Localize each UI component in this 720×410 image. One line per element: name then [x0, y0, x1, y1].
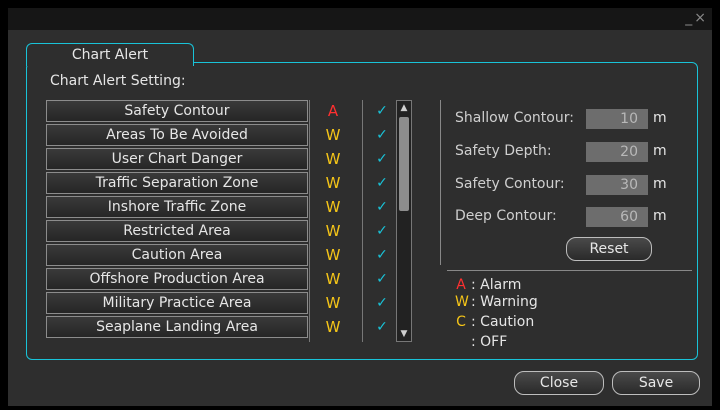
safety-depth-field[interactable]: 20 [586, 142, 648, 162]
legend-text: : Alarm [471, 277, 522, 293]
alert-name-button[interactable]: Inshore Traffic Zone [46, 196, 308, 218]
alert-name-button[interactable]: Military Practice Area [46, 292, 308, 314]
legend-off: : OFF [455, 334, 507, 350]
safety-depth-label: Safety Depth: [455, 143, 552, 159]
legend-caution: C : Caution [455, 314, 534, 330]
alert-check-icon[interactable]: ✓ [372, 149, 392, 169]
alert-name-button[interactable]: Restricted Area [46, 220, 308, 242]
alert-level[interactable]: W [310, 245, 356, 265]
alert-row: Traffic Separation Zone W ✓ [46, 172, 395, 194]
safety-contour-field[interactable]: 30 [586, 175, 648, 195]
alert-level[interactable]: W [310, 149, 356, 169]
alert-row: Inshore Traffic Zone W ✓ [46, 196, 395, 218]
shallow-contour-unit: m [653, 110, 667, 126]
vertical-divider [440, 100, 441, 265]
alert-level[interactable]: W [310, 197, 356, 217]
alert-name-button[interactable]: Caution Area [46, 244, 308, 266]
window-controls: _× [685, 10, 708, 26]
shallow-contour-field[interactable]: 10 [586, 109, 648, 129]
alert-row: Areas To Be Avoided W ✓ [46, 124, 395, 146]
alert-row: Offshore Production Area W ✓ [46, 268, 395, 290]
legend-text: : Caution [471, 314, 535, 330]
alert-level[interactable]: A [310, 101, 356, 121]
minimize-icon[interactable]: _ [685, 10, 694, 26]
scroll-up-icon[interactable]: ▲ [398, 102, 410, 114]
alert-check-icon[interactable]: ✓ [372, 293, 392, 313]
shallow-contour-label: Shallow Contour: [455, 110, 574, 126]
alert-level[interactable]: W [310, 173, 356, 193]
alert-name-button[interactable]: Safety Contour [46, 100, 308, 122]
deep-contour-field[interactable]: 60 [586, 207, 648, 227]
legend-text: : OFF [471, 334, 508, 350]
legend-text: : Warning [471, 294, 538, 310]
alert-level[interactable]: W [310, 125, 356, 145]
tab-joint [27, 62, 191, 64]
alert-name-button[interactable]: Traffic Separation Zone [46, 172, 308, 194]
alert-row: Military Practice Area W ✓ [46, 292, 395, 314]
alert-row: Caution Area W ✓ [46, 244, 395, 266]
deep-contour-unit: m [653, 208, 667, 224]
alert-check-icon[interactable]: ✓ [372, 125, 392, 145]
alert-level[interactable]: W [310, 269, 356, 289]
alert-name-button[interactable]: Seaplane Landing Area [46, 316, 308, 338]
alert-list: Safety Contour A ✓ Areas To Be Avoided W… [46, 100, 421, 342]
alert-level[interactable]: W [310, 317, 356, 337]
alert-check-icon[interactable]: ✓ [372, 101, 392, 121]
legend-alarm: A : Alarm [455, 277, 521, 293]
deep-contour-label: Deep Contour: [455, 208, 557, 224]
close-button[interactable]: Close [514, 371, 604, 395]
alert-check-icon[interactable]: ✓ [372, 269, 392, 289]
alert-check-icon[interactable]: ✓ [372, 245, 392, 265]
alert-level[interactable]: W [310, 221, 356, 241]
alert-check-icon[interactable]: ✓ [372, 197, 392, 217]
alert-check-icon[interactable]: ✓ [372, 173, 392, 193]
scroll-thumb[interactable] [399, 117, 409, 211]
alert-check-icon[interactable]: ✓ [372, 317, 392, 337]
save-button[interactable]: Save [612, 371, 700, 395]
alert-row: Restricted Area W ✓ [46, 220, 395, 242]
scroll-down-icon[interactable]: ▼ [398, 328, 410, 340]
alarm-symbol: A [456, 277, 466, 293]
safety-contour-label: Safety Contour: [455, 176, 565, 192]
safety-contour-unit: m [653, 176, 667, 192]
chart-alert-setting-label: Chart Alert Setting: [50, 73, 186, 89]
column-divider [362, 100, 363, 342]
alert-name-button[interactable]: Offshore Production Area [46, 268, 308, 290]
title-bar: _× [8, 8, 712, 30]
alert-list-scrollbar[interactable]: ▲ ▼ [396, 100, 412, 342]
alert-check-icon[interactable]: ✓ [372, 221, 392, 241]
legend-warning: W: Warning [455, 294, 538, 310]
reset-button[interactable]: Reset [566, 237, 652, 261]
alert-row: Safety Contour A ✓ [46, 100, 395, 122]
alert-name-button[interactable]: User Chart Danger [46, 148, 308, 170]
safety-depth-unit: m [653, 143, 667, 159]
alert-row: User Chart Danger W ✓ [46, 148, 395, 170]
close-icon[interactable]: × [694, 10, 708, 26]
alert-row: Seaplane Landing Area W ✓ [46, 316, 395, 338]
alert-level[interactable]: W [310, 293, 356, 313]
alert-name-button[interactable]: Areas To Be Avoided [46, 124, 308, 146]
warning-symbol: W [455, 294, 469, 310]
horizontal-divider [447, 270, 692, 271]
column-divider [309, 100, 310, 342]
caution-symbol: C [456, 314, 466, 330]
